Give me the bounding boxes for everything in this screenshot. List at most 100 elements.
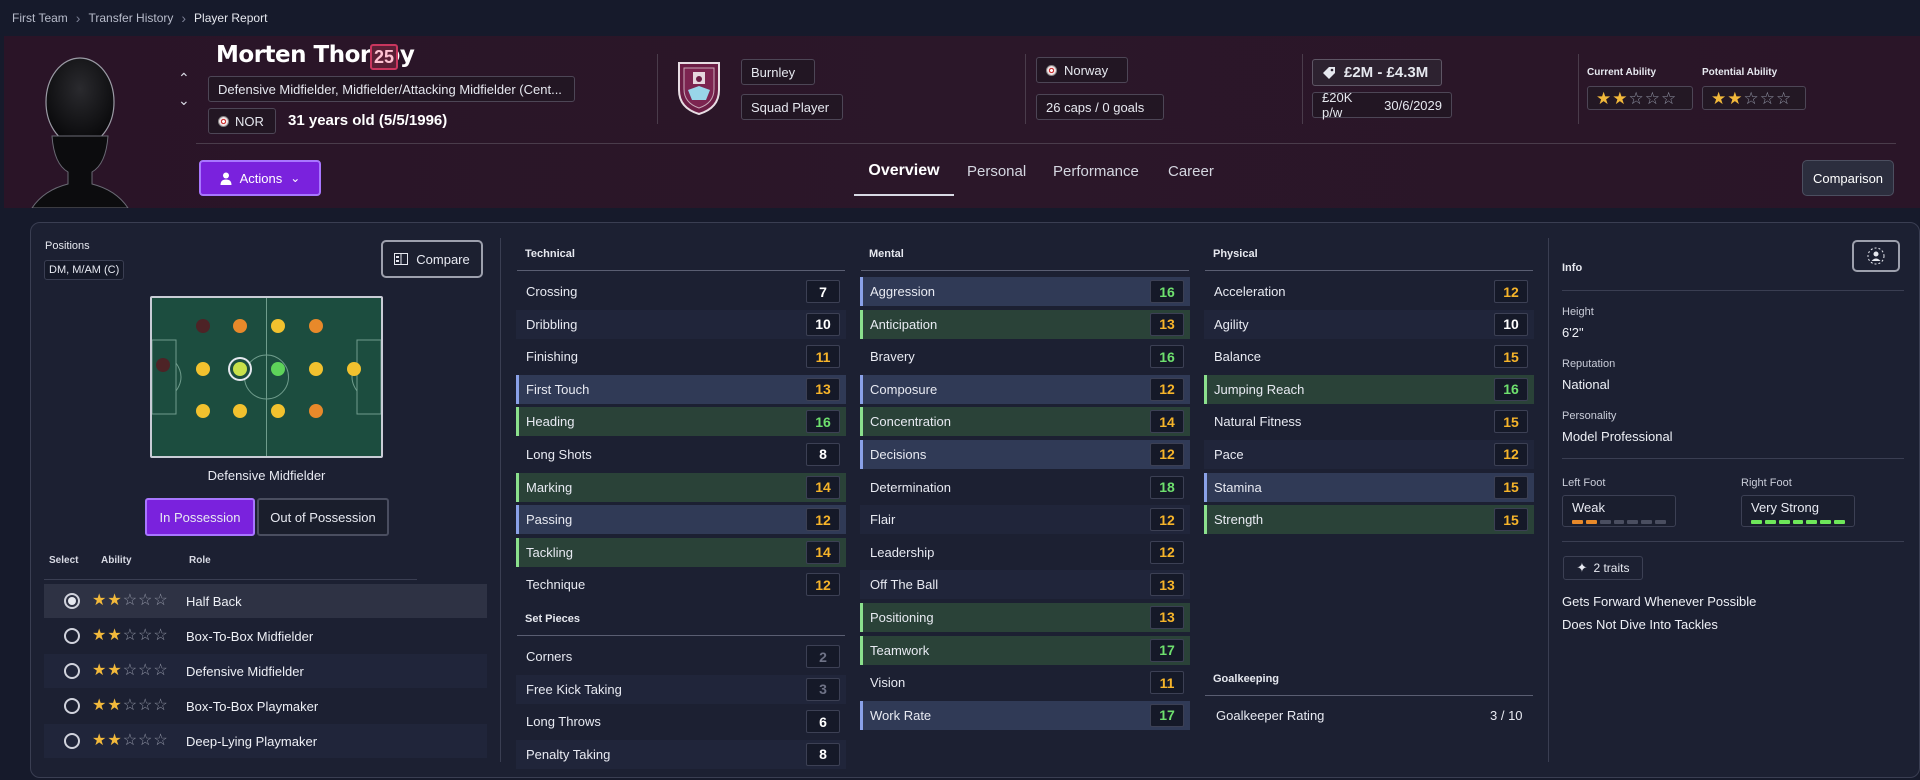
position-dot-selected[interactable] [233,362,247,376]
position-dot[interactable] [233,404,247,418]
actions-button[interactable]: Actions ⌄ [199,160,321,196]
select-column-header: Select [49,555,79,566]
attribute-row[interactable]: Balance 15 [1204,342,1534,371]
attribute-name: Pace [1214,446,1244,462]
attribute-value: 17 [1150,638,1184,662]
tab-personal[interactable]: Personal [967,160,1026,196]
foot-level-bar [1764,520,1776,524]
attribute-row[interactable]: Decisions 12 [860,439,1190,469]
attribute-row[interactable]: Passing 12 [516,505,846,535]
foot-level-bar [1599,520,1611,524]
attribute-value: 11 [1150,671,1184,695]
tab-performance[interactable]: Performance [1053,160,1139,196]
star-empty-icon: ☆ [122,697,138,714]
chevron-right-icon: › [181,10,187,26]
attribute-row[interactable]: Flair 12 [860,505,1190,535]
role-row[interactable]: ★ ★ ☆ ☆ ☆ Box-To-Box Playmaker [44,689,487,723]
position-dot[interactable] [271,319,285,333]
position-dot[interactable] [196,319,210,333]
attribute-row[interactable]: Concentration 14 [860,407,1190,437]
attribute-row[interactable]: Work Rate 17 [860,700,1190,730]
attribute-row[interactable]: Penalty Taking 8 [516,739,846,769]
breadcrumb-transfer-history[interactable]: Transfer History [88,11,173,25]
position-dot[interactable] [347,362,361,376]
attribute-row[interactable]: Finishing 11 [516,342,846,371]
compare-button[interactable]: Compare [381,240,483,278]
role-row[interactable]: ★ ★ ☆ ☆ ☆ Half Back [44,584,487,618]
role-radio[interactable] [64,733,80,749]
attribute-row[interactable]: Aggression 16 [860,277,1190,306]
nationality-chip[interactable]: NOR [208,108,276,134]
attribute-value: 14 [1150,410,1184,434]
attribute-row[interactable]: Bravery 16 [860,342,1190,371]
position-dot[interactable] [196,362,210,376]
attribute-row[interactable]: Composure 12 [860,374,1190,404]
attribute-row[interactable]: Long Shots 8 [516,440,846,469]
attribute-row[interactable]: Stamina 15 [1204,472,1534,502]
tab-overview[interactable]: Overview [854,160,954,196]
position-dot[interactable] [309,362,323,376]
attribute-row[interactable]: Leadership 12 [860,538,1190,567]
role-row[interactable]: ★ ★ ☆ ☆ ☆ Box-To-Box Midfielder [44,619,487,653]
attribute-value: 8 [806,742,840,766]
comparison-button[interactable]: Comparison [1802,160,1894,196]
breadcrumb-first-team[interactable]: First Team [12,11,68,25]
position-dot[interactable] [196,404,210,418]
attribute-row[interactable]: Corners 2 [516,642,846,671]
attribute-row[interactable]: Anticipation 13 [860,309,1190,339]
previous-player-arrow-icon[interactable]: ⌃ [178,70,192,86]
attribute-row[interactable]: Positioning 13 [860,602,1190,632]
attribute-row[interactable]: Jumping Reach 16 [1204,374,1534,404]
attribute-row[interactable]: Acceleration 12 [1204,277,1534,306]
attribute-row[interactable]: Heading 16 [516,407,846,437]
attribute-row[interactable]: Determination 18 [860,473,1190,502]
attribute-name: Passing [526,512,573,528]
next-player-arrow-icon[interactable]: ⌄ [178,92,192,108]
position-dot[interactable] [271,362,285,376]
position-dot[interactable] [309,404,323,418]
position-dot[interactable] [271,404,285,418]
attribute-name: Tackling [526,544,573,560]
role-radio[interactable] [64,663,80,679]
attribute-row[interactable]: Crossing 7 [516,277,846,306]
attribute-row[interactable]: First Touch 13 [516,374,846,404]
tab-career[interactable]: Career [1168,160,1214,196]
attribute-name: Aggression [870,284,936,299]
attribute-row[interactable]: Natural Fitness 15 [1204,407,1534,436]
attribute-value: 8 [806,442,840,466]
attribute-row[interactable]: Long Throws 6 [516,707,846,736]
player-profile-button[interactable] [1852,240,1900,272]
out-of-possession-toggle[interactable]: Out of Possession [257,498,389,536]
position-dot[interactable] [233,319,247,333]
role-radio[interactable] [64,698,80,714]
traits-chip[interactable]: ✦ 2 traits [1563,556,1643,580]
in-possession-toggle[interactable]: In Possession [145,498,255,536]
attribute-row[interactable]: Technique 12 [516,570,846,599]
role-name: Half Back [186,593,242,609]
position-dot[interactable] [156,358,170,372]
attribute-row[interactable]: Teamwork 17 [860,635,1190,665]
role-row[interactable]: ★ ★ ☆ ☆ ☆ Defensive Midfielder [44,654,487,688]
contract-expiry: 30/6/2029 [1384,97,1442,113]
country-chip[interactable]: Norway [1036,57,1128,83]
attribute-row[interactable]: Tackling 14 [516,537,846,567]
divider [1578,54,1579,124]
role-row[interactable]: ★ ★ ☆ ☆ ☆ Deep-Lying Playmaker [44,724,487,758]
attribute-row[interactable]: Marking 14 [516,472,846,502]
attribute-row[interactable]: Vision 11 [860,668,1190,697]
club-name[interactable]: Burnley [741,59,815,85]
role-radio[interactable] [64,593,80,609]
foot-level-bar [1751,520,1762,524]
attribute-row[interactable]: Free Kick Taking 3 [516,674,846,704]
role-radio[interactable] [64,628,80,644]
attribute-row[interactable]: Off The Ball 13 [860,570,1190,600]
attribute-row[interactable]: Agility 10 [1204,309,1534,339]
attribute-row[interactable]: Dribbling 10 [516,309,846,339]
position-dot[interactable] [309,319,323,333]
breadcrumb-player-report: Player Report [194,11,268,25]
attribute-name: Teamwork [870,642,930,658]
foot-level-bar [1806,520,1818,524]
attribute-row[interactable]: Strength 15 [1204,505,1534,535]
attribute-row[interactable]: Pace 12 [1204,439,1534,469]
burnley-crest-icon[interactable] [676,60,722,116]
